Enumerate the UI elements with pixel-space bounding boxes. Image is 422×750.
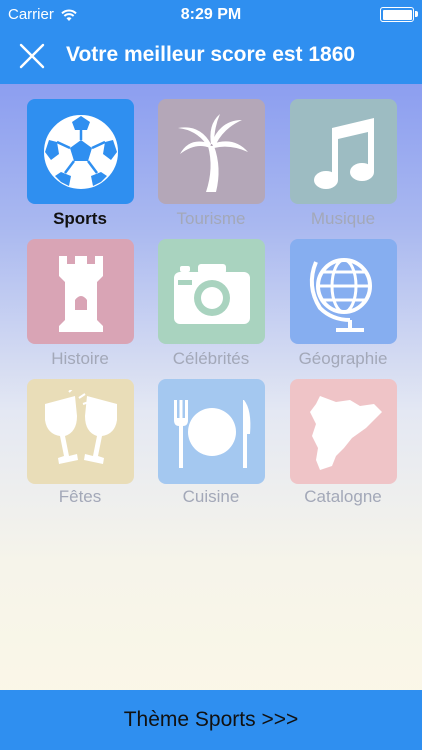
category-label-sports[interactable]: Sports bbox=[10, 209, 150, 229]
battery-icon bbox=[380, 7, 418, 22]
camera-icon bbox=[173, 263, 250, 324]
status-bar: Carrier 8:29 PM bbox=[0, 0, 422, 28]
category-label-fetes[interactable]: Fêtes bbox=[10, 487, 150, 507]
category-label-cuisine[interactable]: Cuisine bbox=[141, 487, 281, 507]
close-icon[interactable] bbox=[18, 42, 46, 70]
soccer-ball-icon bbox=[41, 112, 120, 191]
category-label-geographie[interactable]: Géographie bbox=[273, 349, 413, 369]
header-bar: Votre meilleur score est 1860 bbox=[0, 28, 422, 84]
wine-glasses-icon bbox=[44, 389, 117, 464]
category-label-catalogne[interactable]: Catalogne bbox=[273, 487, 413, 507]
plate-cutlery-icon bbox=[173, 399, 250, 468]
category-label-musique[interactable]: Musique bbox=[273, 209, 413, 229]
category-tile-sports[interactable] bbox=[27, 99, 134, 204]
catalonia-map-icon bbox=[309, 395, 382, 470]
status-time: 8:29 PM bbox=[180, 6, 242, 23]
category-tile-cuisine[interactable] bbox=[158, 379, 265, 484]
category-tile-tourisme[interactable] bbox=[158, 99, 265, 204]
category-tile-geographie[interactable] bbox=[290, 239, 397, 344]
best-score-title: Votre meilleur score est 1860 bbox=[66, 43, 356, 66]
category-label-tourisme[interactable]: Tourisme bbox=[141, 209, 281, 229]
category-label-histoire[interactable]: Histoire bbox=[10, 349, 150, 369]
category-tile-histoire[interactable] bbox=[27, 239, 134, 344]
category-label-celebrites[interactable]: Célébrités bbox=[141, 349, 281, 369]
music-note-icon bbox=[313, 117, 374, 189]
category-tile-musique[interactable] bbox=[290, 99, 397, 204]
globe-icon bbox=[309, 257, 372, 332]
category-tile-fetes[interactable] bbox=[27, 379, 134, 484]
castle-tower-icon bbox=[58, 255, 103, 332]
start-theme-button[interactable]: Thème Sports >>> bbox=[0, 690, 422, 750]
palm-tree-icon bbox=[177, 113, 248, 192]
category-tile-celebrites[interactable] bbox=[158, 239, 265, 344]
category-tile-catalogne[interactable] bbox=[290, 379, 397, 484]
